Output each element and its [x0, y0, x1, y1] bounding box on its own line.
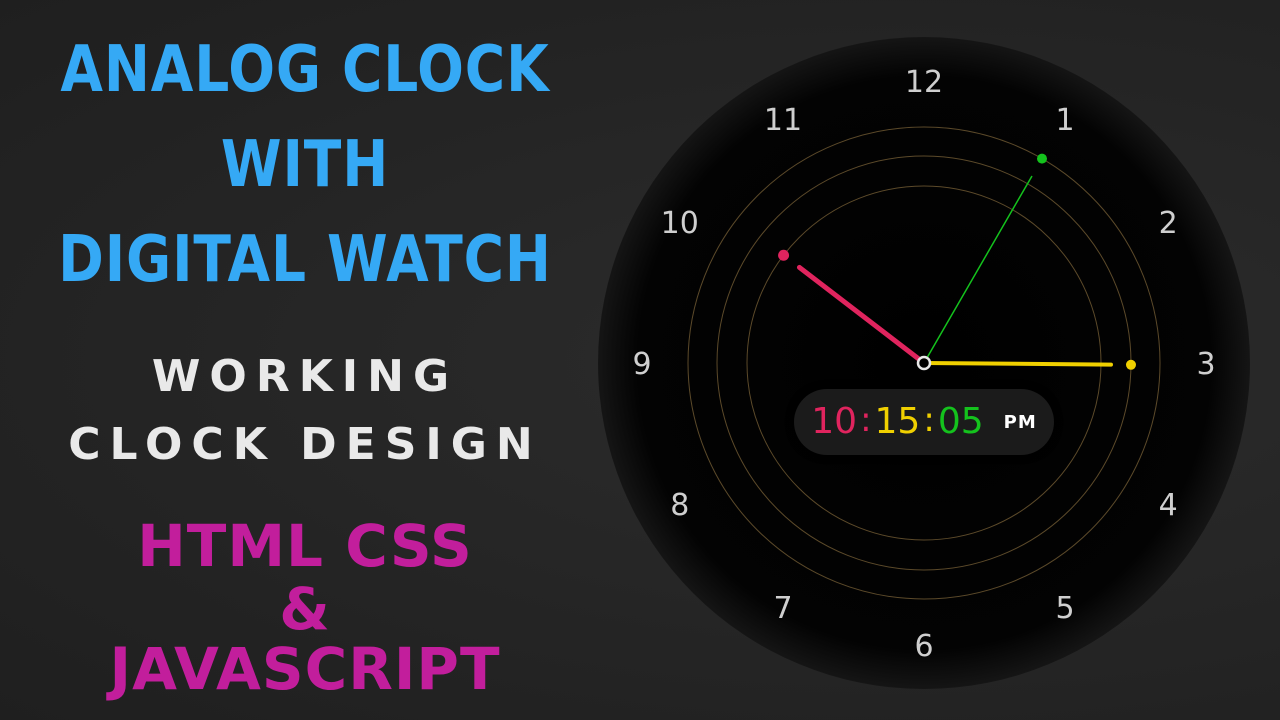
minute-hand [922, 361, 1113, 367]
clock-numeral: 11 [764, 103, 802, 138]
clock-numeral: 12 [905, 65, 943, 100]
digital-separator: : [923, 400, 935, 440]
clock-numeral: 7 [773, 591, 792, 626]
clock-numeral: 2 [1159, 206, 1178, 241]
clock-numeral: 10 [661, 206, 699, 241]
clock-numeral: 9 [632, 347, 651, 382]
digital-separator: : [860, 400, 872, 440]
digital-ampm: PM [1003, 411, 1037, 433]
clock-center-pin [916, 355, 932, 371]
second-hand-tip [1037, 153, 1047, 164]
clock-numeral: 6 [914, 629, 933, 664]
clock-numeral: 3 [1196, 347, 1215, 382]
thumbnail-canvas: ANALOG CLOCK WITH DIGITAL WATCH WORKING … [0, 0, 1280, 720]
minute-hand-tip [1125, 359, 1136, 370]
clock-area: 12 1 2 3 4 5 6 7 8 9 10 11 10 : 15 : 05 PM [0, 0, 1280, 720]
clock-numeral: 5 [1055, 591, 1074, 626]
digital-minutes: 15 [874, 401, 921, 442]
digital-hours: 10 [811, 401, 858, 442]
digital-watch: 10 : 15 : 05 PM [794, 389, 1054, 455]
clock-numeral: 4 [1159, 488, 1178, 523]
digital-seconds: 05 [937, 401, 984, 442]
clock-numeral: 1 [1055, 103, 1074, 138]
hour-hand-tip [778, 249, 790, 261]
analog-clock: 121234567891011 [598, 37, 1250, 689]
clock-numeral: 8 [670, 488, 689, 523]
